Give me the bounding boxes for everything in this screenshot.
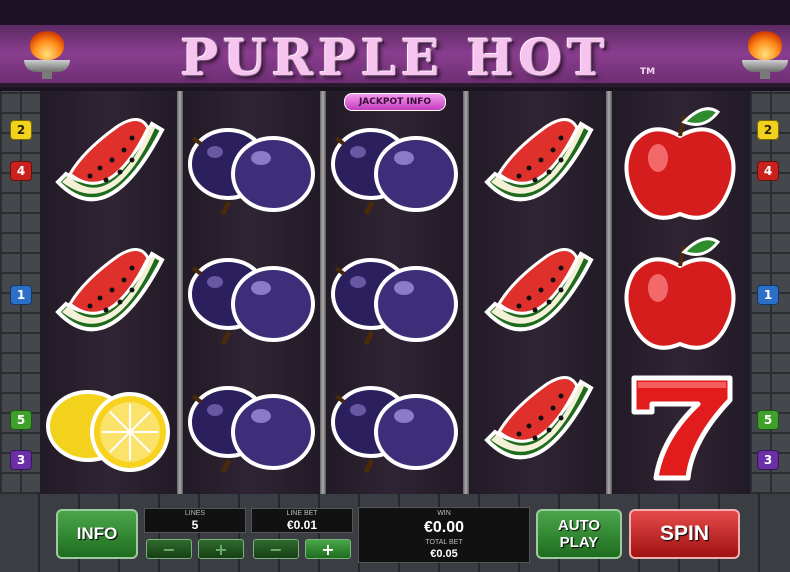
payline-marker-right[interactable]: 1: [757, 285, 779, 305]
line-bet-minus-button[interactable]: −: [253, 539, 299, 559]
payline-marker-right[interactable]: 2: [757, 120, 779, 140]
line-bet-plus-button[interactable]: +: [305, 539, 351, 559]
plum-icon: [183, 360, 320, 490]
plum-icon: [183, 102, 320, 232]
payline-marker-right[interactable]: 5: [757, 410, 779, 430]
watermelon-icon: [469, 232, 606, 362]
win-label: WIN: [437, 510, 451, 517]
game-title: PURPLE HOT: [180, 27, 610, 87]
seven-icon: [612, 360, 749, 490]
watermelon-icon: [469, 360, 606, 490]
watermelon-icon: [469, 102, 606, 232]
lemon-icon: [40, 360, 177, 490]
lines-display: LINES 5: [144, 508, 246, 533]
watermelon-icon: [40, 102, 177, 232]
autoplay-label-line1: AUTO: [557, 517, 601, 534]
lines-label: LINES: [184, 510, 206, 517]
lines-plus-button[interactable]: +: [198, 539, 244, 559]
apple-icon: [612, 232, 749, 362]
payline-marker-left[interactable]: 1: [10, 285, 32, 305]
autoplay-label-line2: PLAY: [559, 534, 599, 551]
win-value: €0.00: [423, 519, 465, 536]
win-panel: WIN €0.00 TOTAL BET €0.05: [358, 507, 530, 563]
line-bet-display: LINE BET €0.01: [251, 508, 353, 533]
plum-icon: [183, 232, 320, 362]
torch-left-icon: [24, 30, 70, 80]
spin-button[interactable]: SPIN: [629, 509, 740, 559]
line-bet-label: LINE BET: [286, 510, 318, 517]
trademark: TM: [640, 67, 656, 77]
watermelon-icon: [40, 232, 177, 362]
payline-marker-left[interactable]: 4: [10, 161, 32, 181]
lines-value: 5: [191, 518, 199, 532]
plum-icon: [326, 232, 463, 362]
payline-marker-left[interactable]: 3: [10, 450, 32, 470]
top-bar: [0, 0, 790, 25]
payline-marker-right[interactable]: 4: [757, 161, 779, 181]
lines-minus-button[interactable]: −: [146, 539, 192, 559]
autoplay-button[interactable]: AUTO PLAY: [536, 509, 622, 559]
plum-icon: [326, 102, 463, 232]
total-bet-value: €0.05: [430, 548, 458, 560]
info-button[interactable]: INFO: [56, 509, 138, 559]
total-bet-label: TOTAL BET: [425, 539, 463, 546]
plum-icon: [326, 360, 463, 490]
payline-marker-right[interactable]: 3: [757, 450, 779, 470]
torch-right-icon: [742, 30, 788, 80]
payline-marker-left[interactable]: 5: [10, 410, 32, 430]
apple-icon: [612, 102, 749, 232]
line-bet-value: €0.01: [286, 518, 318, 532]
payline-marker-left[interactable]: 2: [10, 120, 32, 140]
